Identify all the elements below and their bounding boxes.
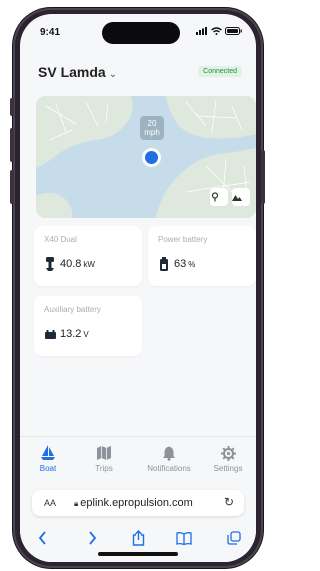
tab-notifications[interactable]: Notifications — [138, 445, 200, 473]
auxiliary-battery-unit: V — [83, 330, 89, 339]
back-button[interactable] — [30, 528, 54, 548]
side-button-volume-down — [10, 170, 14, 204]
terrain-icon — [232, 195, 242, 201]
lock-icon: 🔒︎ — [74, 499, 79, 508]
auxiliary-battery-number: 13.2 — [60, 328, 82, 340]
tab-settings-label: Settings — [213, 464, 243, 473]
speed-unit: mph — [144, 128, 160, 137]
boat-header: SV Lamda ⌄ Connected — [20, 64, 256, 88]
map-view[interactable]: 20 mph — [36, 96, 256, 218]
bell-icon — [163, 446, 175, 461]
browser-chrome: AA 🔒︎ eplink.epropulsion.com ↻ — [20, 482, 256, 562]
status-time: 9:41 — [40, 27, 61, 38]
map-pin-button[interactable] — [210, 188, 228, 206]
status-icons — [196, 27, 242, 35]
motor-power-label: X40 Dual — [44, 235, 77, 244]
motor-icon — [46, 257, 54, 271]
auxiliary-battery-label: Auxiliary battery — [44, 305, 101, 314]
power-battery-unit: % — [188, 260, 196, 269]
boat-selector[interactable]: SV Lamda ⌄ — [38, 64, 117, 80]
wifi-icon — [211, 27, 222, 35]
boat-name: SV Lamda — [38, 64, 106, 80]
share-button[interactable] — [126, 528, 150, 548]
marker-pin-icon — [211, 192, 219, 202]
connection-status-badge: Connected — [198, 66, 242, 77]
power-battery-card[interactable]: Power battery 63% — [148, 226, 256, 286]
browser-toolbar — [20, 528, 256, 548]
sailboat-icon — [41, 445, 55, 460]
speed-indicator: 20 mph — [140, 116, 164, 140]
tab-boat-label: Boat — [39, 464, 57, 473]
map-icon — [97, 446, 111, 460]
tab-settings[interactable]: Settings — [202, 445, 254, 473]
text-size-button[interactable]: AA — [44, 498, 56, 508]
boat-location-marker — [145, 151, 158, 164]
motor-power-unit: kW — [83, 260, 95, 269]
share-icon — [132, 530, 144, 546]
auxiliary-battery-value: 13.2 V — [60, 328, 89, 340]
motor-power-card[interactable]: X40 Dual 40.8 kW — [34, 226, 142, 286]
speed-value: 20 — [147, 119, 157, 128]
battery-status-icon — [225, 27, 242, 35]
chevron-down-icon: ⌄ — [108, 69, 118, 80]
gear-icon — [220, 445, 236, 461]
bookmarks-button[interactable] — [172, 528, 196, 548]
url-text: 🔒︎ eplink.epropulsion.com — [74, 497, 193, 509]
forward-button[interactable] — [80, 528, 104, 548]
battery-icon — [160, 257, 168, 271]
side-button-volume-up — [10, 128, 14, 162]
url-value: eplink.epropulsion.com — [80, 497, 193, 509]
motor-power-number: 40.8 — [60, 258, 82, 270]
side-button-power — [261, 150, 265, 204]
cellular-signal-icon — [196, 27, 207, 35]
tabs-icon — [227, 531, 241, 545]
bookmarks-icon — [176, 531, 192, 545]
car-battery-icon — [45, 330, 56, 339]
tabs-button[interactable] — [222, 528, 246, 548]
motor-power-value: 40.8 kW — [60, 258, 95, 270]
map-terrain-button[interactable] — [232, 188, 250, 206]
back-icon — [38, 531, 46, 545]
power-battery-number: 63 — [174, 258, 187, 270]
tab-notifications-label: Notifications — [147, 464, 191, 473]
power-battery-label: Power battery — [158, 235, 208, 244]
tab-bar: Boat Trips Notifications Settings — [20, 436, 256, 483]
forward-icon — [88, 531, 96, 545]
dynamic-island — [102, 22, 180, 44]
address-bar[interactable]: AA 🔒︎ eplink.epropulsion.com ↻ — [32, 490, 244, 516]
side-button-mute — [10, 98, 14, 116]
auxiliary-battery-card[interactable]: Auxiliary battery 13.2 V — [34, 296, 142, 356]
tab-boat[interactable]: Boat — [22, 445, 74, 473]
home-indicator — [98, 552, 178, 556]
tab-trips[interactable]: Trips — [78, 445, 130, 473]
tab-trips-label: Trips — [95, 464, 113, 473]
power-battery-value: 63% — [174, 258, 195, 270]
phone-screen: 9:41 SV Lamda ⌄ Connected 20 mph X40 Dua… — [20, 14, 256, 562]
reload-icon[interactable]: ↻ — [224, 495, 234, 509]
status-bar: 9:41 — [20, 14, 256, 50]
